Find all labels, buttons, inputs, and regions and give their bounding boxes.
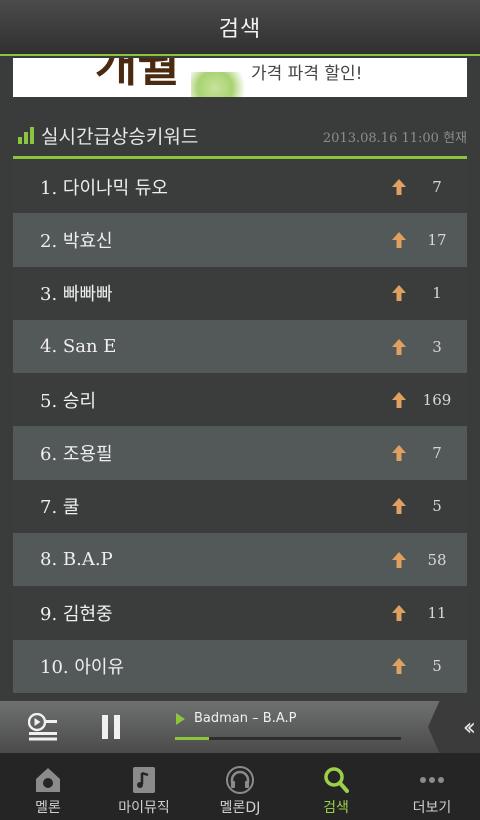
playback-progress[interactable] bbox=[175, 737, 401, 740]
now-playing-icon bbox=[176, 713, 185, 725]
keyword-label: 8. B.A.P bbox=[40, 549, 113, 571]
keyword-label: 10. 아이유 bbox=[40, 657, 125, 679]
rank-up-icon bbox=[392, 658, 406, 675]
banner-heading: 개월 bbox=[95, 58, 180, 92]
bar-chart-icon bbox=[18, 127, 34, 144]
rank-change: 5 bbox=[432, 497, 442, 516]
pause-icon[interactable] bbox=[100, 714, 122, 740]
playlist-icon[interactable] bbox=[28, 713, 58, 741]
keyword-label: 3. 빠빠빠 bbox=[40, 284, 113, 306]
keyword-label: 7. 쿨 bbox=[40, 497, 80, 519]
keyword-label: 4. San E bbox=[40, 336, 117, 358]
music-note-icon bbox=[133, 767, 155, 793]
list-item[interactable]: 3. 빠빠빠 1 bbox=[13, 266, 467, 320]
bottom-nav: 멜론 마이뮤직 멜론DJ 검색 더보기 bbox=[0, 753, 480, 820]
keyword-label: 6. 조용필 bbox=[40, 444, 113, 466]
keyword-label: 1. 다이나믹 듀오 bbox=[40, 177, 168, 199]
keyword-label: 2. 박효신 bbox=[40, 230, 113, 252]
list-item[interactable]: 8. B.A.P 58 bbox=[13, 533, 467, 587]
rank-up-icon bbox=[392, 445, 406, 462]
trending-header: 실시간급상승키워드 2013.08.16 11:00 현재 bbox=[13, 114, 467, 159]
keyword-label: 5. 승리 bbox=[40, 390, 97, 412]
nav-label: 멜론 bbox=[35, 800, 61, 816]
rank-change: 5 bbox=[432, 657, 442, 676]
nav-item-melon[interactable]: 멜론 bbox=[0, 753, 96, 820]
nav-item-mymusic[interactable]: 마이뮤직 bbox=[96, 753, 192, 820]
app-header: 검색 bbox=[0, 0, 480, 56]
rank-up-icon bbox=[392, 391, 406, 408]
list-item[interactable]: 9. 김현중 11 bbox=[13, 586, 467, 640]
now-playing-title[interactable]: Badman – B.A.P bbox=[194, 711, 296, 726]
nav-label: 검색 bbox=[323, 800, 349, 816]
list-item[interactable]: 4. San E 3 bbox=[13, 319, 467, 374]
rank-change: 7 bbox=[432, 177, 442, 196]
page-title: 검색 bbox=[218, 17, 262, 42]
rank-change: 58 bbox=[427, 550, 447, 569]
update-timestamp: 2013.08.16 11:00 현재 bbox=[322, 131, 467, 146]
promo-banner[interactable]: 개월 가격 파격 할인! bbox=[13, 58, 467, 97]
banner-caption: 가격 파격 할인! bbox=[251, 64, 363, 84]
home-icon bbox=[36, 768, 60, 792]
rank-up-icon bbox=[392, 231, 406, 248]
list-item[interactable]: 1. 다이나믹 듀오 7 bbox=[13, 160, 467, 214]
rank-up-icon bbox=[392, 338, 406, 355]
more-icon bbox=[420, 777, 444, 783]
keyword-label: 9. 김현중 bbox=[40, 604, 113, 626]
rank-change: 1 bbox=[432, 284, 442, 303]
nav-item-melondj[interactable]: 멜론DJ bbox=[192, 753, 288, 820]
nav-item-more[interactable]: 더보기 bbox=[384, 753, 480, 820]
rank-up-icon bbox=[392, 178, 406, 195]
rank-up-icon bbox=[392, 551, 406, 568]
rank-change: 169 bbox=[422, 390, 452, 409]
collapse-player-button[interactable]: ‹‹ bbox=[428, 701, 480, 753]
leaf-decoration bbox=[191, 72, 251, 97]
nav-label: 멜론DJ bbox=[219, 800, 261, 816]
double-chevron-left-icon: ‹‹ bbox=[462, 713, 476, 741]
rank-change: 3 bbox=[432, 337, 442, 356]
nav-item-search[interactable]: 검색 bbox=[288, 753, 384, 820]
rank-change: 11 bbox=[427, 604, 447, 623]
mini-player: Badman – B.A.P ‹‹ bbox=[0, 701, 480, 753]
nav-label: 더보기 bbox=[412, 800, 452, 816]
section-title: 실시간급상승키워드 bbox=[41, 126, 199, 148]
rank-change: 17 bbox=[427, 230, 447, 249]
keyword-list: 1. 다이나믹 듀오 7 2. 박효신 17 3. 빠빠빠 1 4. San E… bbox=[13, 160, 467, 693]
search-icon bbox=[324, 767, 349, 793]
list-item[interactable]: 5. 승리 169 bbox=[13, 373, 467, 427]
rank-up-icon bbox=[392, 285, 406, 302]
list-item[interactable]: 10. 아이유 5 bbox=[13, 639, 467, 693]
list-item[interactable]: 2. 박효신 17 bbox=[13, 213, 467, 267]
list-item[interactable]: 6. 조용필 7 bbox=[13, 426, 467, 480]
rank-change: 7 bbox=[432, 444, 442, 463]
list-item[interactable]: 7. 쿨 5 bbox=[13, 479, 467, 534]
rank-up-icon bbox=[392, 498, 406, 515]
rank-up-icon bbox=[392, 605, 406, 622]
headphones-icon bbox=[226, 766, 254, 794]
progress-fill bbox=[175, 737, 209, 740]
nav-label: 마이뮤직 bbox=[118, 800, 170, 816]
